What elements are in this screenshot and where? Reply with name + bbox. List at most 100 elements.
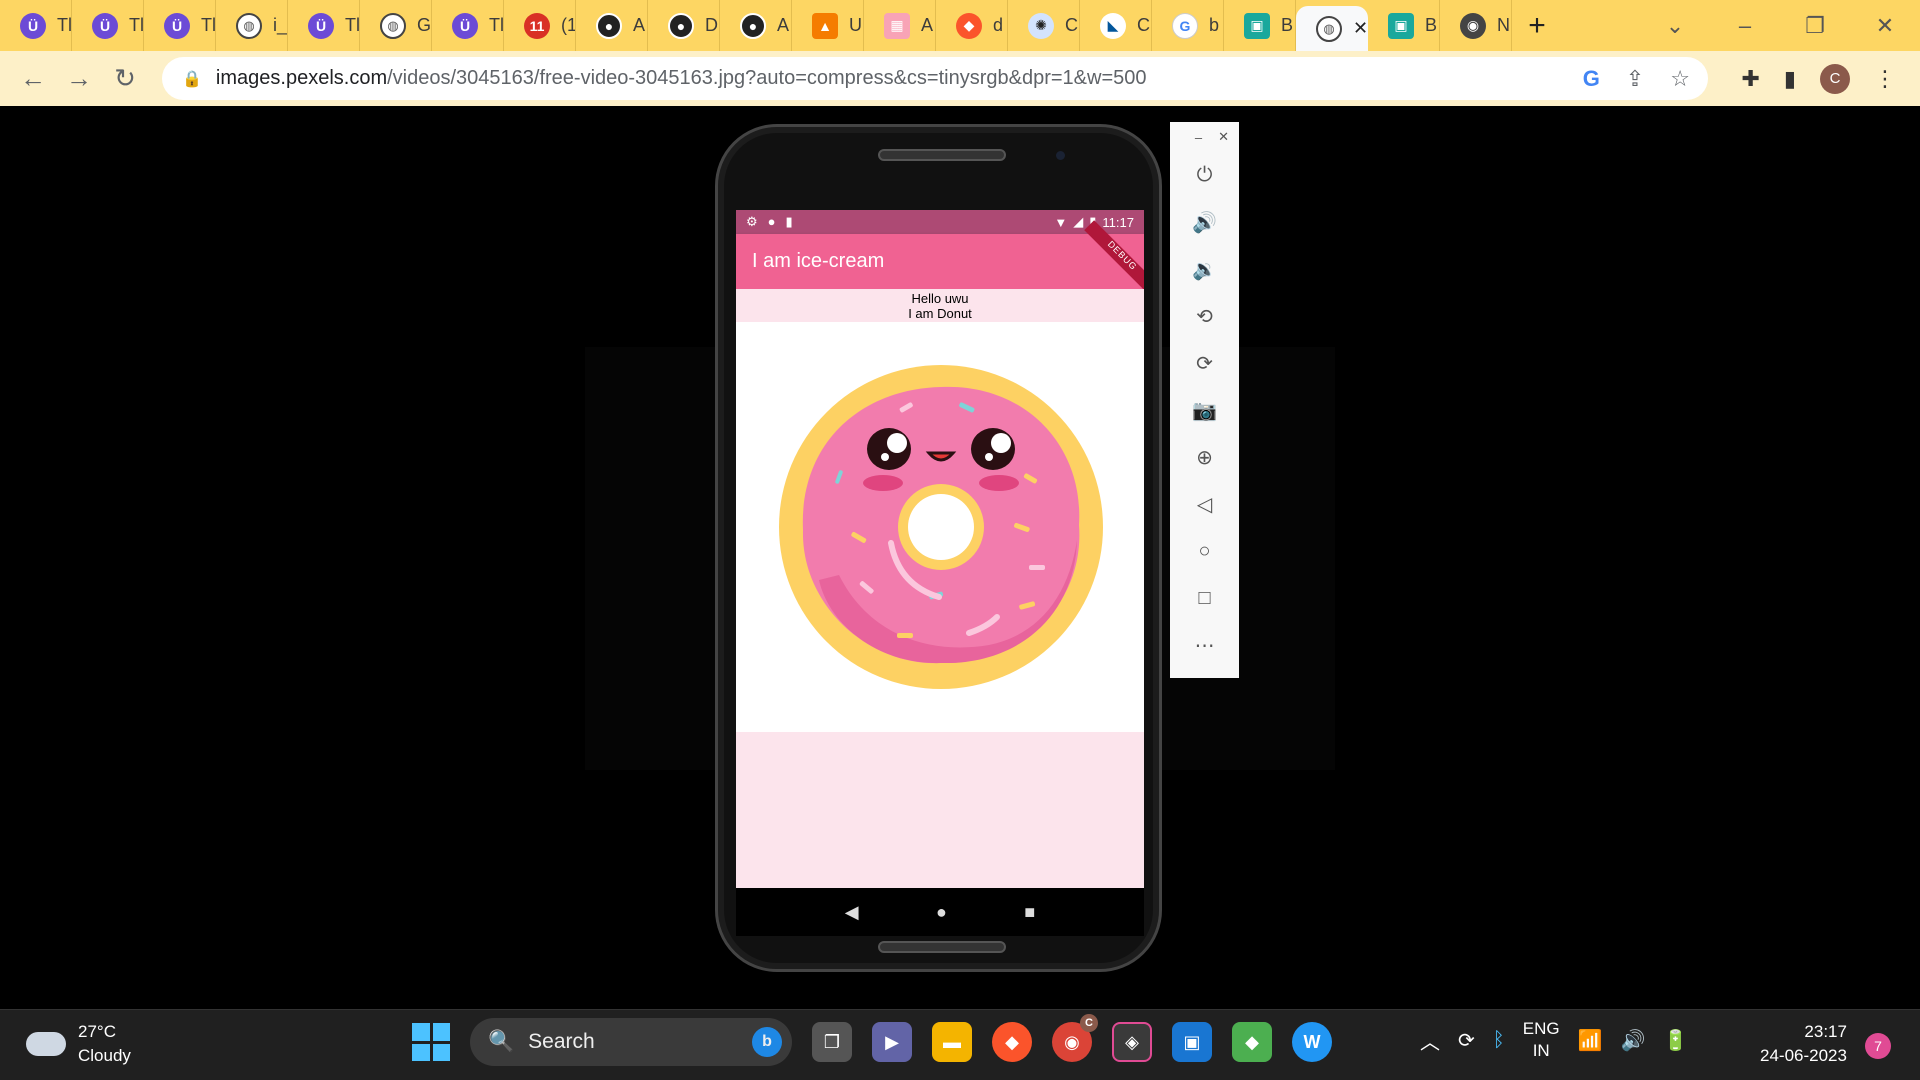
tab-label: D <box>705 15 718 35</box>
close-icon[interactable]: ✕ <box>1218 129 1229 145</box>
browser-tab[interactable]: ◍ i_ <box>216 0 288 51</box>
browser-tab[interactable]: Gb <box>1152 0 1224 51</box>
browser-tab[interactable]: ● A <box>576 0 648 51</box>
tab-label: A <box>633 15 646 35</box>
back-triangle-icon[interactable]: ◀ <box>845 902 859 923</box>
close-tab-icon[interactable]: ✕ <box>1353 18 1368 39</box>
browser-tab[interactable]: ◉ N <box>1440 0 1512 51</box>
wifi-icon[interactable]: 📶 <box>1578 1028 1603 1053</box>
windows-start-icon[interactable] <box>412 1023 450 1061</box>
taskbar-search[interactable]: 🔍 Search b <box>470 1018 792 1066</box>
bookmark-star-icon[interactable]: ☆ <box>1670 66 1690 92</box>
volume-up-icon[interactable]: 🔊 <box>1170 199 1239 246</box>
browser-tab[interactable]: ▲ U <box>792 0 864 51</box>
new-tab-button[interactable]: + <box>1512 0 1562 51</box>
chrome-icon: ◉ <box>1460 12 1486 39</box>
app-icon[interactable]: W <box>1292 1022 1332 1062</box>
browser-tab[interactable]: 11 (1 <box>504 0 576 51</box>
reload-icon[interactable]: ↻ <box>102 63 148 94</box>
android-studio-icon[interactable]: ◈ <box>1112 1022 1152 1062</box>
browser-tab[interactable]: Ü Tl <box>432 0 504 51</box>
rotate-left-icon[interactable]: ⟲ <box>1170 293 1239 340</box>
volume-down-icon[interactable]: 🔉 <box>1170 246 1239 293</box>
browser-tab[interactable]: ● D <box>648 0 720 51</box>
chevron-up-icon[interactable]: ︿ <box>1420 1026 1440 1055</box>
browser-tab[interactable]: ◆ d <box>936 0 1008 51</box>
android-status-bar: ⚙ ● ▮ ▼ ◢ ▮ 11:17 <box>736 210 1144 234</box>
restore-button[interactable]: ❐ <box>1780 13 1850 39</box>
browser-tab[interactable]: ▦ A <box>864 0 936 51</box>
github-icon: ● <box>740 12 766 39</box>
udemy-icon: Ü <box>452 12 478 39</box>
google-lens-icon[interactable]: G <box>1583 66 1600 92</box>
weather-widget[interactable]: 27°C Cloudy <box>26 1020 131 1068</box>
task-view-icon[interactable]: ❐ <box>812 1022 852 1062</box>
more-icon[interactable]: ⋯ <box>1170 622 1239 669</box>
bing-icon[interactable]: b <box>752 1027 782 1057</box>
profile-avatar[interactable]: C <box>1820 63 1850 94</box>
share-icon[interactable]: ⇪ <box>1626 66 1644 92</box>
teams-icon[interactable]: ▶ <box>872 1022 912 1062</box>
battery-icon[interactable]: 🔋 <box>1663 1028 1688 1053</box>
extensions-icon[interactable]: ✚ <box>1741 66 1759 92</box>
git-icon[interactable]: ◆ <box>1232 1022 1272 1062</box>
window-controls: ⌄ – ❐ ✕ <box>1640 0 1920 51</box>
power-icon[interactable]: ⏻ <box>1170 152 1239 199</box>
notification-badge[interactable]: 7 <box>1865 1033 1891 1059</box>
back-icon[interactable]: ◁ <box>1170 481 1239 528</box>
brave-browser-icon[interactable]: ◆ <box>992 1022 1032 1062</box>
app-title: I am ice-cream <box>752 250 885 272</box>
bluetooth-icon[interactable]: ᛒ <box>1493 1029 1505 1052</box>
tab-search-icon[interactable]: ⌄ <box>1640 13 1710 39</box>
browser-tab[interactable]: ✺ C <box>1008 0 1080 51</box>
emulator-control-panel: – ✕ ⏻ 🔊 🔉 ⟲ ⟳ 📷 ⊕ ◁ ○ □ ⋯ <box>1170 122 1239 678</box>
browser-tab[interactable]: ◍ G <box>360 0 432 51</box>
clock[interactable]: 23:17 24-06-2023 <box>1760 1020 1847 1068</box>
windows-taskbar: 27°C Cloudy 🔍 Search b ❐ ▶ ▬ ◆ ◉ C ◈ ▣ ◆ … <box>0 1009 1920 1080</box>
search-placeholder: Search <box>528 1030 595 1053</box>
orange-app-icon: ▲ <box>812 12 838 39</box>
empty-content-area <box>736 732 1144 888</box>
chrome-icon[interactable]: ◉ C <box>1052 1014 1098 1062</box>
minimize-icon[interactable]: – <box>1195 130 1202 145</box>
home-icon[interactable]: ○ <box>1170 528 1239 575</box>
top-speaker <box>878 149 1006 161</box>
rotate-right-icon[interactable]: ⟳ <box>1170 340 1239 387</box>
file-explorer-icon[interactable]: ▬ <box>932 1022 972 1062</box>
minimize-button[interactable]: – <box>1710 13 1780 39</box>
phone-screen: ⚙ ● ▮ ▼ ◢ ▮ 11:17 I am ice-cream DEBUG H… <box>736 210 1144 888</box>
zoom-icon[interactable]: ⊕ <box>1170 434 1239 481</box>
browser-tab[interactable]: ● A <box>720 0 792 51</box>
volume-icon[interactable]: 🔊 <box>1621 1028 1646 1053</box>
lock-icon[interactable]: 🔒 <box>182 69 202 89</box>
home-circle-icon[interactable]: ● <box>936 902 947 923</box>
browser-tab[interactable]: Ü Tl <box>144 0 216 51</box>
browser-tab[interactable]: ▣ B <box>1224 0 1296 51</box>
photos-icon[interactable]: ▣ <box>1172 1022 1212 1062</box>
browser-tab-active[interactable]: ◍ ✕ <box>1296 6 1368 51</box>
tab-label: Tl <box>345 15 360 35</box>
address-bar[interactable]: 🔒 images.pexels.com/videos/3045163/free-… <box>162 57 1708 100</box>
greeting-line: Hello uwu <box>911 291 969 306</box>
browser-tab[interactable]: ▣ B <box>1368 0 1440 51</box>
forward-arrow-icon[interactable]: → <box>56 63 102 94</box>
side-panel-icon[interactable]: ▮ <box>1784 66 1796 92</box>
browser-tab[interactable]: Ü Tl <box>72 0 144 51</box>
sync-icon[interactable]: ⟳ <box>1458 1028 1475 1053</box>
close-window-button[interactable]: ✕ <box>1850 13 1920 39</box>
url-text[interactable]: images.pexels.com/videos/3045163/free-vi… <box>216 67 1147 90</box>
system-tray: ︿ ⟳ ᛒ ENG IN 📶 🔊 🔋 <box>1420 1018 1688 1062</box>
tab-label: C <box>1065 15 1078 35</box>
menu-dots-icon[interactable]: ⋮ <box>1874 66 1896 92</box>
browser-tab[interactable]: Ü Tl <box>0 0 72 51</box>
browser-tab[interactable]: ◣ C <box>1080 0 1152 51</box>
language-indicator[interactable]: ENG IN <box>1523 1018 1560 1062</box>
back-arrow-icon[interactable]: ← <box>10 63 56 94</box>
lang-code: ENG <box>1522 1019 1560 1038</box>
browser-tab[interactable]: Ü Tl <box>288 0 360 51</box>
overview-icon[interactable]: □ <box>1170 575 1239 622</box>
camera-icon[interactable]: 📷 <box>1170 387 1239 434</box>
cloud-icon <box>26 1032 66 1056</box>
weather-status: Cloudy <box>78 1046 131 1065</box>
recents-square-icon[interactable]: ■ <box>1024 902 1035 923</box>
